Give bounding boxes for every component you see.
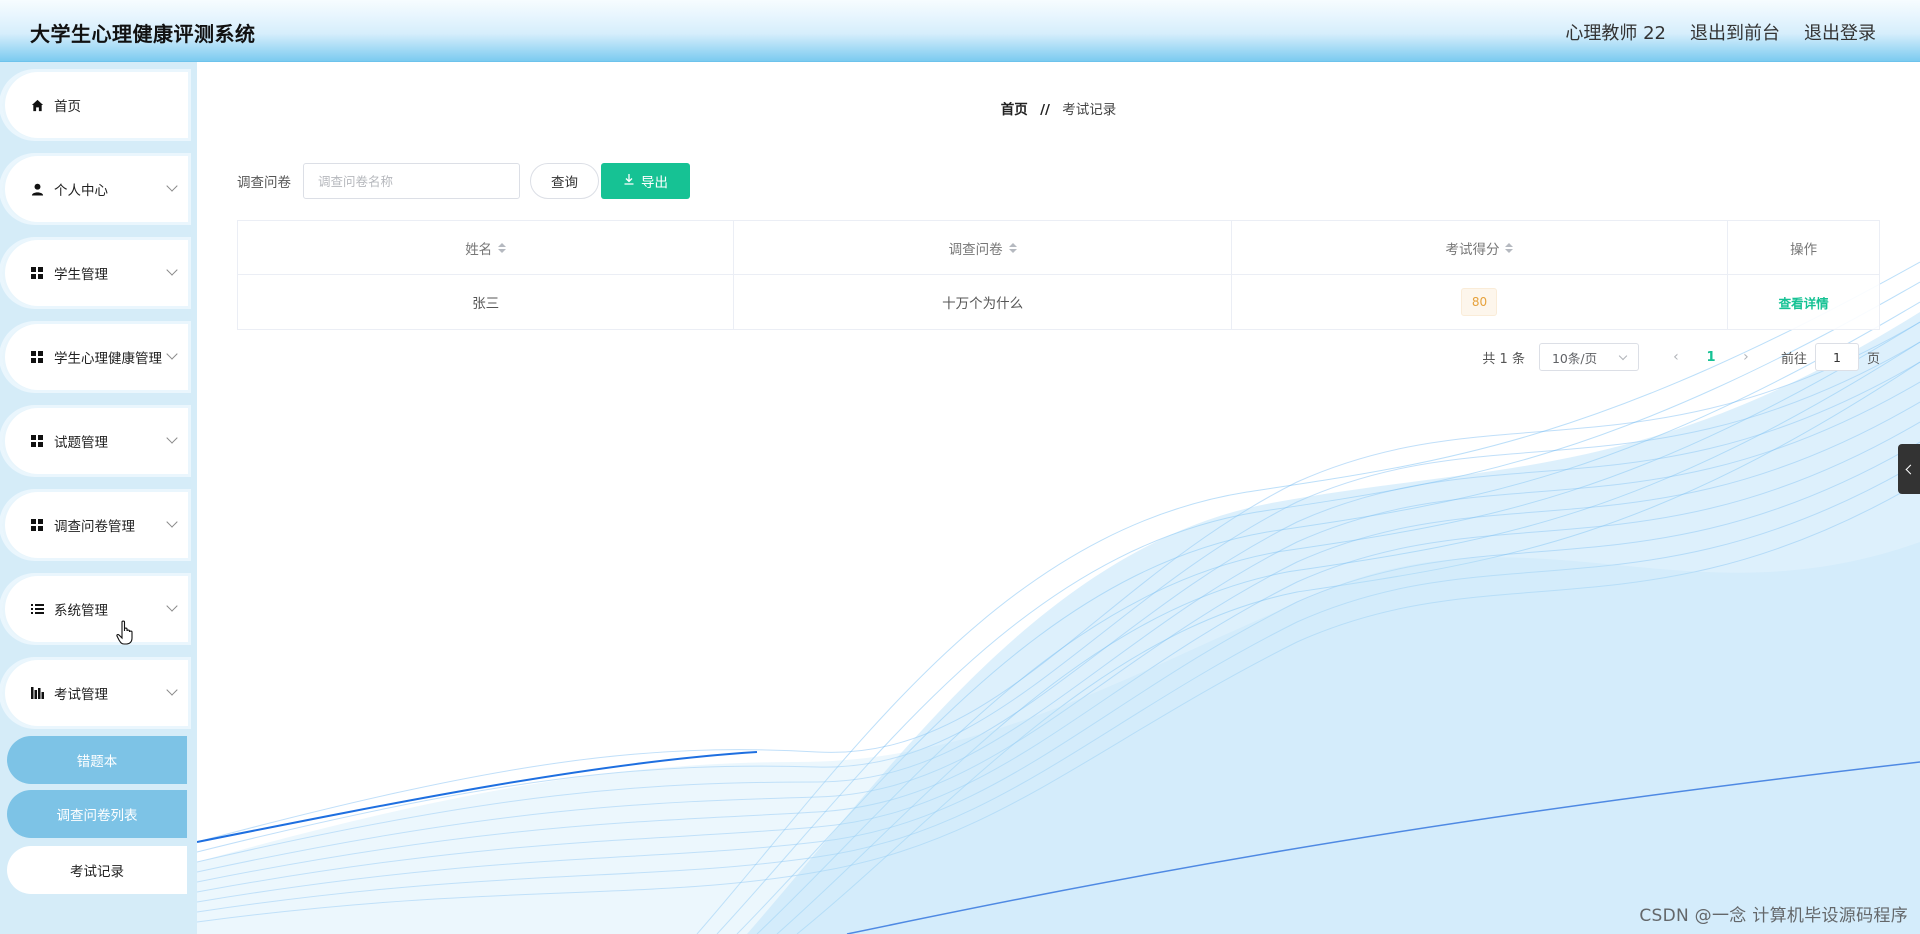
app-title: 大学生心理健康评测系统 [30, 22, 256, 46]
sidebar-item-question-management[interactable]: 试题管理 [2, 408, 188, 474]
query-button[interactable]: 查询 [530, 163, 599, 199]
page-jump-input[interactable] [1814, 343, 1859, 371]
chevron-down-icon [166, 348, 178, 360]
column-header-score[interactable]: 考试得分 [1232, 221, 1729, 274]
sidebar-item-label: 试题管理 [54, 435, 108, 451]
breadcrumb-home[interactable]: 首页 [1001, 102, 1028, 118]
query-button-label: 查询 [551, 175, 578, 191]
sidebar-subitem-survey-list[interactable]: 调查问卷列表 [7, 790, 187, 838]
grid-icon [30, 266, 44, 280]
chevron-down-icon [166, 432, 178, 444]
top-header: 大学生心理健康评测系统 心理教师 22 退出到前台 退出登录 [0, 0, 1920, 62]
column-header-survey[interactable]: 调查问卷 [734, 221, 1232, 274]
cell-action: 查看详情 [1728, 275, 1879, 329]
sidebar-item-survey-management[interactable]: 调查问卷管理 [2, 492, 188, 558]
sidebar-item-mental-health-management[interactable]: 学生心理健康管理 [2, 324, 188, 390]
sidebar-subitem-label: 错题本 [76, 754, 118, 770]
breadcrumb-current: 考试记录 [1062, 102, 1117, 118]
sidebar-item-exam-management[interactable]: 考试管理 [2, 660, 188, 726]
search-bar: 调查问卷 查询 导出 [237, 162, 690, 200]
score-badge: 80 [1461, 288, 1498, 316]
page-size-select[interactable]: 10条/页 [1538, 343, 1639, 371]
chevron-down-icon [166, 180, 178, 192]
hand-cursor-icon [116, 620, 136, 650]
sidebar-item-student-management[interactable]: 学生管理 [2, 240, 188, 306]
page-number-current[interactable]: 1 [1691, 343, 1731, 371]
breadcrumb-separator: // [1040, 102, 1050, 118]
chevron-left-icon [1905, 464, 1916, 474]
grid-icon [30, 518, 44, 532]
header-actions: 心理教师 22 退出到前台 退出登录 [1565, 19, 1876, 45]
chevron-down-icon [166, 684, 178, 696]
sort-icon[interactable] [1008, 242, 1017, 253]
column-header-label: 姓名 [465, 241, 493, 258]
current-user[interactable]: 心理教师 22 [1565, 19, 1666, 45]
page-size-value: 10条/页 [1551, 350, 1598, 366]
sidebar-item-personal-center[interactable]: 个人中心 [2, 156, 188, 222]
sidebar-subitem-label: 调查问卷列表 [56, 808, 138, 824]
sidebar-item-label: 个人中心 [54, 183, 108, 199]
sidebar-item-label: 学生心理健康管理 [54, 351, 162, 367]
chevron-down-icon [1618, 351, 1628, 360]
sidebar: 首页 个人中心 学生管理 学生心理健康管理 试题管理 调查问卷管理 系统管理 考… [0, 62, 197, 934]
column-header-label: 操作 [1790, 241, 1818, 258]
cell-score: 80 [1232, 275, 1729, 329]
main-content: 首页 // 考试记录 调查问卷 查询 导出 姓名 调查问卷 考试 [197, 62, 1920, 934]
breadcrumb: 首页 // 考试记录 [197, 98, 1920, 118]
column-header-label: 考试得分 [1445, 241, 1500, 258]
grid-icon [30, 434, 44, 448]
download-icon [623, 173, 635, 189]
column-header-action: 操作 [1728, 221, 1879, 274]
chevron-down-icon [166, 600, 178, 612]
survey-name-input[interactable] [303, 163, 520, 199]
pagination-page-unit: 页 [1866, 351, 1880, 367]
logout-link[interactable]: 退出登录 [1804, 19, 1876, 45]
search-label: 调查问卷 [237, 175, 291, 191]
sort-icon[interactable] [498, 242, 507, 253]
sidebar-item-label: 学生管理 [54, 267, 108, 283]
cell-name: 张三 [238, 275, 735, 329]
chevron-down-icon [166, 264, 178, 276]
sort-icon[interactable] [1505, 242, 1514, 253]
watermark: CSDN @一念 计算机毕设源码程序 [1639, 906, 1908, 926]
sidebar-subitem-label: 考试记录 [70, 864, 124, 880]
chevron-down-icon [166, 516, 178, 528]
grid-icon [30, 350, 44, 364]
pagination-total: 共 1 条 [1482, 351, 1525, 367]
sidebar-subitem-exam-records[interactable]: 考试记录 [7, 846, 187, 894]
view-details-link[interactable]: 查看详情 [1779, 293, 1829, 312]
sidebar-item-label: 考试管理 [54, 687, 108, 703]
sidebar-item-label: 系统管理 [54, 603, 108, 619]
chart-icon [30, 686, 44, 700]
home-icon [30, 98, 44, 112]
table-row: 张三 十万个为什么 80 查看详情 [238, 275, 1879, 329]
sidebar-item-system-management[interactable]: 系统管理 [2, 576, 188, 642]
exit-to-front-link[interactable]: 退出到前台 [1690, 19, 1780, 45]
table-header-row: 姓名 调查问卷 考试得分 操作 [238, 221, 1879, 275]
export-button[interactable]: 导出 [601, 163, 690, 199]
column-header-name[interactable]: 姓名 [238, 221, 735, 274]
column-header-label: 调查问卷 [948, 241, 1003, 258]
sidebar-subitem-wrong-questions[interactable]: 错题本 [7, 736, 187, 784]
next-page-icon[interactable]: › [1731, 343, 1761, 371]
records-table: 姓名 调查问卷 考试得分 操作 张三 十万个为什么 80 查看详情 [237, 220, 1880, 330]
pagination: 共 1 条 10条/页 ‹ 1 › 前往 页 [1482, 342, 1880, 372]
cell-survey: 十万个为什么 [734, 275, 1232, 329]
export-button-label: 导出 [641, 175, 668, 191]
list-icon [30, 602, 44, 616]
sidebar-item-label: 首页 [54, 99, 81, 115]
pagination-goto-label: 前往 [1780, 351, 1807, 367]
prev-page-icon[interactable]: ‹ [1661, 343, 1691, 371]
collapse-panel-tab[interactable] [1898, 444, 1920, 494]
sidebar-item-home[interactable]: 首页 [2, 72, 188, 138]
sidebar-item-label: 调查问卷管理 [54, 519, 135, 535]
user-icon [30, 182, 44, 196]
